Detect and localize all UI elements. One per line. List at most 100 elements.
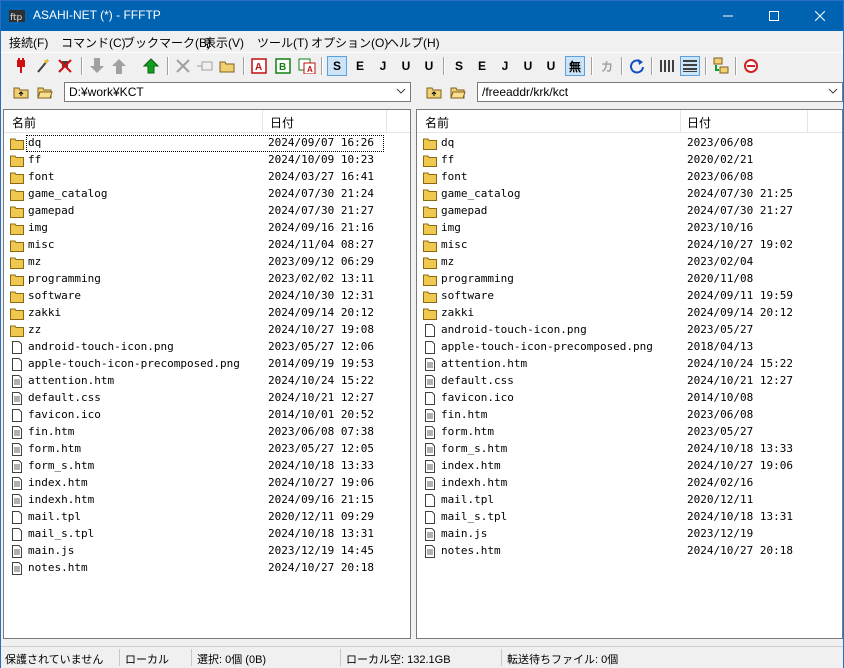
local-col-name[interactable]: 名前: [12, 114, 36, 131]
local-file-row[interactable]: index.htm 2024/10/27 19:06: [4, 475, 410, 492]
local-file-row[interactable]: software 2024/10/30 12:31: [4, 288, 410, 305]
download-button[interactable]: [87, 56, 107, 76]
remote-file-row[interactable]: software 2024/09/11 19:59: [417, 288, 842, 305]
column-divider[interactable]: [386, 110, 387, 132]
local-file-row[interactable]: zakki 2024/09/14 20:12: [4, 305, 410, 322]
remote-open-folder-button[interactable]: [448, 83, 468, 101]
local-file-row[interactable]: main.js 2023/12/19 14:45: [4, 543, 410, 560]
mirror-upload-button[interactable]: [141, 56, 161, 76]
maximize-button[interactable]: [751, 1, 797, 31]
remote-euc-button[interactable]: E: [472, 56, 492, 76]
detail-view-button[interactable]: [680, 56, 700, 76]
minimize-button[interactable]: [705, 1, 751, 31]
refresh-button[interactable]: [627, 56, 647, 76]
local-file-row[interactable]: favicon.ico 2014/10/01 20:52: [4, 407, 410, 424]
local-utf8-button[interactable]: U: [396, 56, 416, 76]
menu-connect[interactable]: 接続(F): [9, 34, 48, 51]
quick-connect-button[interactable]: [33, 56, 53, 76]
remote-file-row[interactable]: dq 2023/06/08: [417, 135, 842, 152]
local-utf8bom-button[interactable]: U: [419, 56, 439, 76]
local-col-date[interactable]: 日付: [270, 114, 294, 131]
menu-view[interactable]: 表示(V): [204, 34, 244, 51]
remote-file-row[interactable]: index.htm 2024/10/27 19:06: [417, 458, 842, 475]
local-file-row[interactable]: game_catalog 2024/07/30 21:24: [4, 186, 410, 203]
local-file-row[interactable]: img 2024/09/16 21:16: [4, 220, 410, 237]
remote-jis-button[interactable]: J: [495, 56, 515, 76]
local-file-row[interactable]: ff 2024/10/09 10:23: [4, 152, 410, 169]
remote-utf8-button[interactable]: U: [518, 56, 538, 76]
local-file-row[interactable]: notes.htm 2024/10/27 20:18: [4, 560, 410, 577]
local-path-combo[interactable]: D:¥work¥KCT: [64, 82, 411, 102]
menu-tools[interactable]: ツール(T): [257, 34, 308, 51]
local-file-row[interactable]: apple-touch-icon-precomposed.png 2014/09/…: [4, 356, 410, 373]
remote-file-row[interactable]: font 2023/06/08: [417, 169, 842, 186]
remote-utf8bom-button[interactable]: U: [541, 56, 561, 76]
local-jis-button[interactable]: J: [373, 56, 393, 76]
connect-button[interactable]: [11, 56, 31, 76]
column-divider[interactable]: [680, 110, 681, 132]
remote-file-row[interactable]: favicon.ico 2014/10/08: [417, 390, 842, 407]
local-open-folder-button[interactable]: [35, 83, 55, 101]
ascii-mode-button[interactable]: A: [249, 56, 269, 76]
no-convert-button[interactable]: 無: [565, 56, 585, 76]
menu-help[interactable]: ヘルプ(H): [387, 34, 440, 51]
local-file-list[interactable]: 名前 日付 dq 2024/09/07 16:26 ff 2024/10/09 10:…: [3, 109, 411, 639]
remote-file-row[interactable]: ff 2020/02/21: [417, 152, 842, 169]
binary-mode-button[interactable]: B: [273, 56, 293, 76]
remote-file-row[interactable]: game_catalog 2024/07/30 21:25: [417, 186, 842, 203]
remote-file-row[interactable]: mail_s.tpl 2024/10/18 13:31: [417, 509, 842, 526]
kana-convert-button[interactable]: カ: [597, 56, 617, 76]
remote-file-row[interactable]: apple-touch-icon-precomposed.png 2018/04/…: [417, 339, 842, 356]
local-up-button[interactable]: [11, 83, 31, 101]
local-file-row[interactable]: font 2024/03/27 16:41: [4, 169, 410, 186]
remote-file-row[interactable]: default.css 2024/10/21 12:27: [417, 373, 842, 390]
local-file-row[interactable]: form_s.htm 2024/10/18 13:33: [4, 458, 410, 475]
upload-button[interactable]: [109, 56, 129, 76]
local-file-row[interactable]: default.css 2024/10/21 12:27: [4, 390, 410, 407]
title-bar[interactable]: ftp ASAHI-NET (*) - FFFTP: [1, 1, 843, 31]
column-divider[interactable]: [262, 110, 263, 132]
remote-up-button[interactable]: [424, 83, 444, 101]
remote-file-row[interactable]: attention.htm 2024/10/24 15:22: [417, 356, 842, 373]
remote-col-name[interactable]: 名前: [425, 114, 449, 131]
remote-file-row[interactable]: gamepad 2024/07/30 21:27: [417, 203, 842, 220]
list-view-button[interactable]: [657, 56, 677, 76]
remote-file-row[interactable]: main.js 2023/12/19: [417, 526, 842, 543]
column-divider[interactable]: [807, 110, 808, 132]
menu-command[interactable]: コマンド(C): [61, 34, 126, 51]
remote-col-date[interactable]: 日付: [687, 114, 711, 131]
local-file-row[interactable]: gamepad 2024/07/30 21:27: [4, 203, 410, 220]
delete-button[interactable]: [173, 56, 193, 76]
menu-options[interactable]: オプション(O): [311, 34, 388, 51]
remote-file-row[interactable]: indexh.htm 2024/02/16: [417, 475, 842, 492]
remote-file-row[interactable]: mz 2023/02/04: [417, 254, 842, 271]
local-file-row[interactable]: mz 2023/09/12 06:29: [4, 254, 410, 271]
local-sjis-button[interactable]: S: [327, 56, 347, 76]
remote-file-row[interactable]: img 2023/10/16: [417, 220, 842, 237]
mkdir-button[interactable]: [217, 56, 237, 76]
local-file-row[interactable]: programming 2023/02/02 13:11: [4, 271, 410, 288]
local-file-row[interactable]: dq 2024/09/07 16:26: [4, 135, 410, 152]
disconnect-button[interactable]: [55, 56, 75, 76]
local-file-row[interactable]: android-touch-icon.png 2023/05/27 12:06: [4, 339, 410, 356]
remote-file-row[interactable]: form_s.htm 2024/10/18 13:33: [417, 441, 842, 458]
local-file-row[interactable]: indexh.htm 2024/09/16 21:15: [4, 492, 410, 509]
local-file-row[interactable]: zz 2024/10/27 19:08: [4, 322, 410, 339]
local-euc-button[interactable]: E: [350, 56, 370, 76]
close-button[interactable]: [797, 1, 843, 31]
local-file-row[interactable]: misc 2024/11/04 08:27: [4, 237, 410, 254]
remote-file-row[interactable]: form.htm 2023/05/27: [417, 424, 842, 441]
remote-path-combo[interactable]: /freeaddr/krk/kct: [477, 82, 843, 102]
local-file-row[interactable]: mail.tpl 2020/12/11 09:29: [4, 509, 410, 526]
local-file-row[interactable]: attention.htm 2024/10/24 15:22: [4, 373, 410, 390]
remote-file-row[interactable]: fin.htm 2023/06/08: [417, 407, 842, 424]
menu-bookmark[interactable]: ブックマーク(B): [123, 34, 211, 51]
auto-mode-button[interactable]: A: [297, 56, 317, 76]
remote-file-list[interactable]: 名前 日付 dq 2023/06/08 ff 2020/02/21 font 2023/0…: [416, 109, 843, 639]
sync-folder-button[interactable]: [711, 56, 731, 76]
remote-sjis-button[interactable]: S: [449, 56, 469, 76]
local-file-row[interactable]: fin.htm 2023/06/08 07:38: [4, 424, 410, 441]
stop-button[interactable]: [741, 56, 761, 76]
remote-file-row[interactable]: android-touch-icon.png 2023/05/27: [417, 322, 842, 339]
local-file-row[interactable]: mail_s.tpl 2024/10/18 13:31: [4, 526, 410, 543]
